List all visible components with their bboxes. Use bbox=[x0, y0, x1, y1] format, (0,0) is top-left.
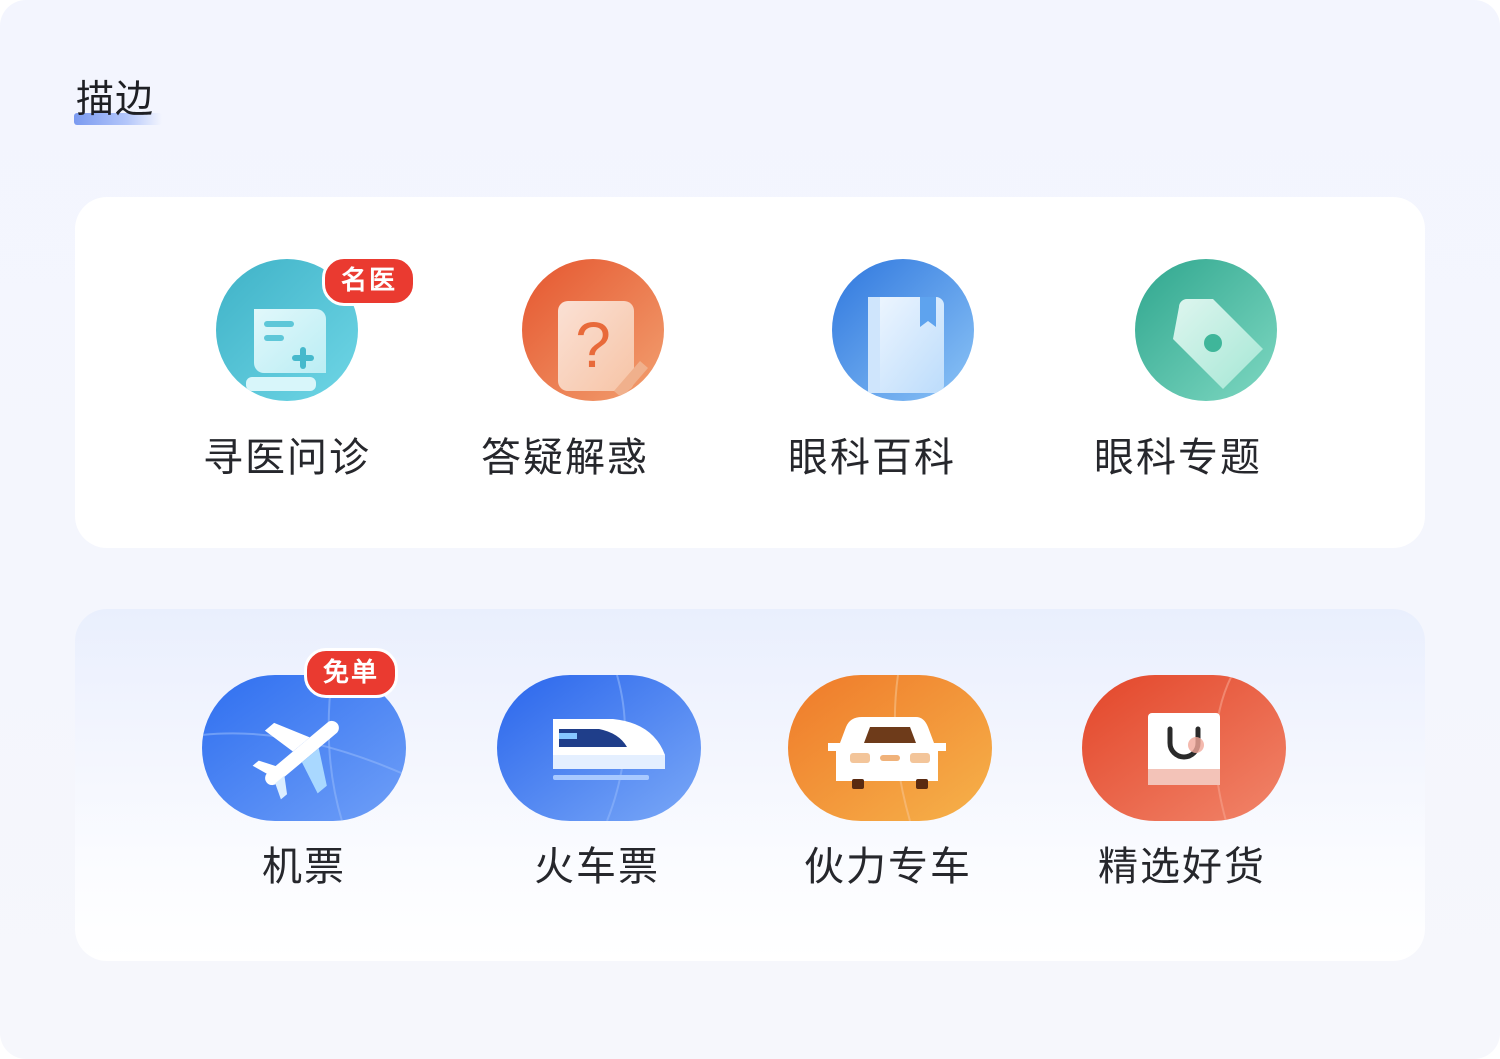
page-background: 描边 名医 寻医问诊 ? 答疑解惑 眼科百科 眼科专题 免单 机票 火车票 伙力… bbox=[0, 0, 1500, 1059]
grid-item-qa[interactable]: ? 答疑解惑 bbox=[445, 197, 685, 548]
grid-item-flights[interactable]: 免单 机票 bbox=[183, 609, 423, 961]
item-label-consult: 寻医问诊 bbox=[203, 435, 371, 481]
service-card-bottom: 免单 机票 火车票 伙力专车 精选好货 bbox=[75, 609, 1425, 961]
train-icon bbox=[497, 675, 701, 821]
item-label-encyclopedia: 眼科百科 bbox=[788, 435, 956, 481]
badge-free-order: 免单 bbox=[304, 648, 399, 698]
svg-text:?: ? bbox=[575, 309, 611, 381]
grid-item-topics[interactable]: 眼科专题 bbox=[1058, 197, 1298, 548]
item-label-goods: 精选好货 bbox=[1098, 844, 1266, 890]
badge-famous-doctor: 名医 bbox=[322, 256, 417, 306]
grid-item-goods[interactable]: 精选好货 bbox=[1062, 609, 1302, 961]
car-icon bbox=[788, 675, 992, 821]
item-label-train: 火车票 bbox=[534, 844, 660, 890]
service-card-top: 名医 寻医问诊 ? 答疑解惑 眼科百科 眼科专题 bbox=[75, 197, 1425, 548]
shopping-bag-icon bbox=[1082, 675, 1286, 821]
item-label-qa: 答疑解惑 bbox=[481, 435, 649, 481]
grid-item-train[interactable]: 火车票 bbox=[477, 609, 717, 961]
item-label-topics: 眼科专题 bbox=[1094, 435, 1262, 481]
grid-item-car[interactable]: 伙力专车 bbox=[768, 609, 1008, 961]
tag-icon bbox=[1135, 259, 1277, 401]
item-label-flights: 机票 bbox=[262, 844, 346, 890]
section-title: 描边 bbox=[76, 77, 155, 121]
grid-item-encyclopedia[interactable]: 眼科百科 bbox=[752, 197, 992, 548]
item-label-car: 伙力专车 bbox=[804, 844, 972, 890]
book-icon bbox=[832, 259, 974, 401]
question-note-icon: ? bbox=[522, 259, 664, 401]
